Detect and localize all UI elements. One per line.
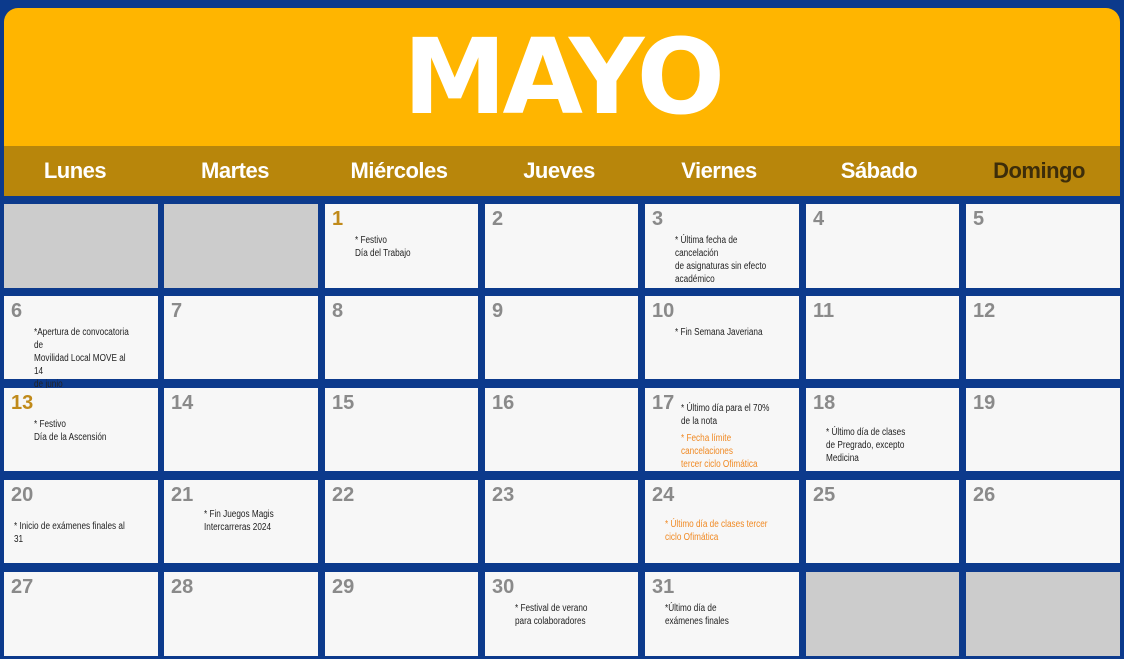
day-cell-20: 20 * Inicio de exámenes finales al 31 xyxy=(4,480,158,563)
day-number: 7 xyxy=(171,300,183,322)
event-note-highlight: * Último día de clases tercer ciclo Ofim… xyxy=(665,519,768,543)
day-number: 23 xyxy=(492,484,515,506)
day-cell-4: 4 xyxy=(806,204,959,288)
day-number: 29 xyxy=(332,576,355,598)
day-number: 11 xyxy=(813,300,835,322)
day-number: 18 xyxy=(813,392,836,414)
day-number: 3 xyxy=(652,208,664,230)
day-number: 28 xyxy=(171,576,194,598)
day-cell-6: 6 *Apertura de convocatoria de Movilidad … xyxy=(4,296,158,416)
day-cell-7: 7 xyxy=(164,296,318,379)
day-number: 4 xyxy=(813,208,825,230)
event-note: * Último día de clases de Pregrado, exce… xyxy=(826,427,906,464)
day-cell-22: 22 xyxy=(325,480,478,563)
day-cell-3: 3 * Última fecha de cancelación de asigna… xyxy=(645,204,799,288)
weekday-sunday: Domingo xyxy=(993,158,1085,183)
event-note: * Fin Semana Javeriana xyxy=(675,327,763,338)
day-cell-30: 30 * Festival de verano para colaboradore… xyxy=(485,572,638,656)
day-cell-9: 9 xyxy=(485,296,638,379)
day-number: 24 xyxy=(652,484,675,506)
day-cell-8: 8 xyxy=(325,296,478,379)
day-cell-1: 1 * Festivo Día del Trabajo xyxy=(325,204,478,288)
day-number: 15 xyxy=(332,392,355,414)
day-number: 12 xyxy=(973,300,996,322)
day-cell-14: 14 xyxy=(164,388,318,471)
day-number: 2 xyxy=(492,208,504,230)
empty-day-cell xyxy=(806,572,959,656)
empty-day-cell xyxy=(966,572,1120,656)
day-cell-18: 18 * Último día de clases de Pregrado, ex… xyxy=(806,388,959,471)
day-number: 19 xyxy=(973,392,996,414)
day-number: 22 xyxy=(332,484,355,506)
day-number: 10 xyxy=(652,300,675,322)
empty-day-cell xyxy=(164,204,318,288)
day-cell-13: 13 * Festivo Día de la Ascensión xyxy=(4,388,158,471)
day-number: 17 xyxy=(652,392,675,414)
event-note-highlight: * Fecha límite cancelaciones tercer cicl… xyxy=(681,433,758,470)
day-cell-15: 15 xyxy=(325,388,478,471)
day-cell-2: 2 xyxy=(485,204,638,288)
event-note: * Festival de verano para colaboradores xyxy=(515,603,588,627)
day-cell-10: 10 * Fin Semana Javeriana xyxy=(645,296,799,379)
weekday-saturday: Sábado xyxy=(840,158,918,183)
day-cell-19: 19 xyxy=(966,388,1120,471)
month-header: MAYO xyxy=(4,8,1120,148)
day-cell-17: 17 * Último día para el 70% de la nota * F… xyxy=(645,388,799,471)
day-cell-23: 23 xyxy=(485,480,638,563)
day-number: 25 xyxy=(813,484,836,506)
empty-day-cell xyxy=(4,204,158,288)
weekday-wednesday: Miércoles xyxy=(350,158,449,183)
weekday-tuesday: Martes xyxy=(201,158,269,183)
day-number: 5 xyxy=(973,208,985,230)
day-cell-5: 5 xyxy=(966,204,1120,288)
weekday-thursday: Jueves xyxy=(523,158,595,183)
day-number: 16 xyxy=(492,392,515,414)
day-number: 6 xyxy=(11,300,23,322)
month-title: MAYO xyxy=(402,16,725,138)
day-cell-26: 26 xyxy=(966,480,1120,563)
weekday-friday: Viernes xyxy=(681,158,757,183)
event-note: * Festivo Día del Trabajo xyxy=(355,235,411,259)
day-cell-11: 11 xyxy=(806,296,959,379)
day-cell-12: 12 xyxy=(966,296,1120,379)
day-number: 26 xyxy=(973,484,996,506)
day-cell-29: 29 xyxy=(325,572,478,656)
day-cell-28: 28 xyxy=(164,572,318,656)
day-cell-21: 21 * Fin Juegos Magis Intercarreras 2024 xyxy=(164,480,318,563)
day-number: 13 xyxy=(11,392,34,414)
day-cell-24: 24 * Último día de clases tercer ciclo Of… xyxy=(645,480,799,563)
event-note: *Último día de exámenes finales xyxy=(665,603,729,627)
day-number: 31 xyxy=(652,576,675,598)
event-note: * Festivo Día de la Ascensión xyxy=(34,419,107,443)
day-number: 27 xyxy=(11,576,34,598)
event-note: * Fin Juegos Magis Intercarreras 2024 xyxy=(204,509,274,533)
day-number: 9 xyxy=(492,300,504,322)
day-number: 30 xyxy=(492,576,515,598)
day-number: 8 xyxy=(332,300,344,322)
day-cell-16: 16 xyxy=(485,388,638,471)
day-number: 20 xyxy=(11,484,34,506)
day-number: 14 xyxy=(171,392,194,414)
day-cell-31: 31 *Último día de exámenes finales xyxy=(645,572,799,656)
calendar: MAYO Lunes Martes Miércoles Jueves Viern… xyxy=(0,0,1124,659)
event-note: * Inicio de exámenes finales al 31 xyxy=(14,521,125,545)
day-cell-27: 27 xyxy=(4,572,158,656)
event-note: * Última fecha de cancelación de asignat… xyxy=(675,235,767,285)
weekday-bar: Lunes Martes Miércoles Jueves Viernes Sá… xyxy=(4,146,1120,196)
weekday-monday: Lunes xyxy=(43,158,107,183)
event-note: * Último día para el 70% de la nota xyxy=(681,403,770,427)
day-number: 21 xyxy=(171,484,194,506)
day-number: 1 xyxy=(332,208,344,230)
day-cell-25: 25 xyxy=(806,480,959,563)
